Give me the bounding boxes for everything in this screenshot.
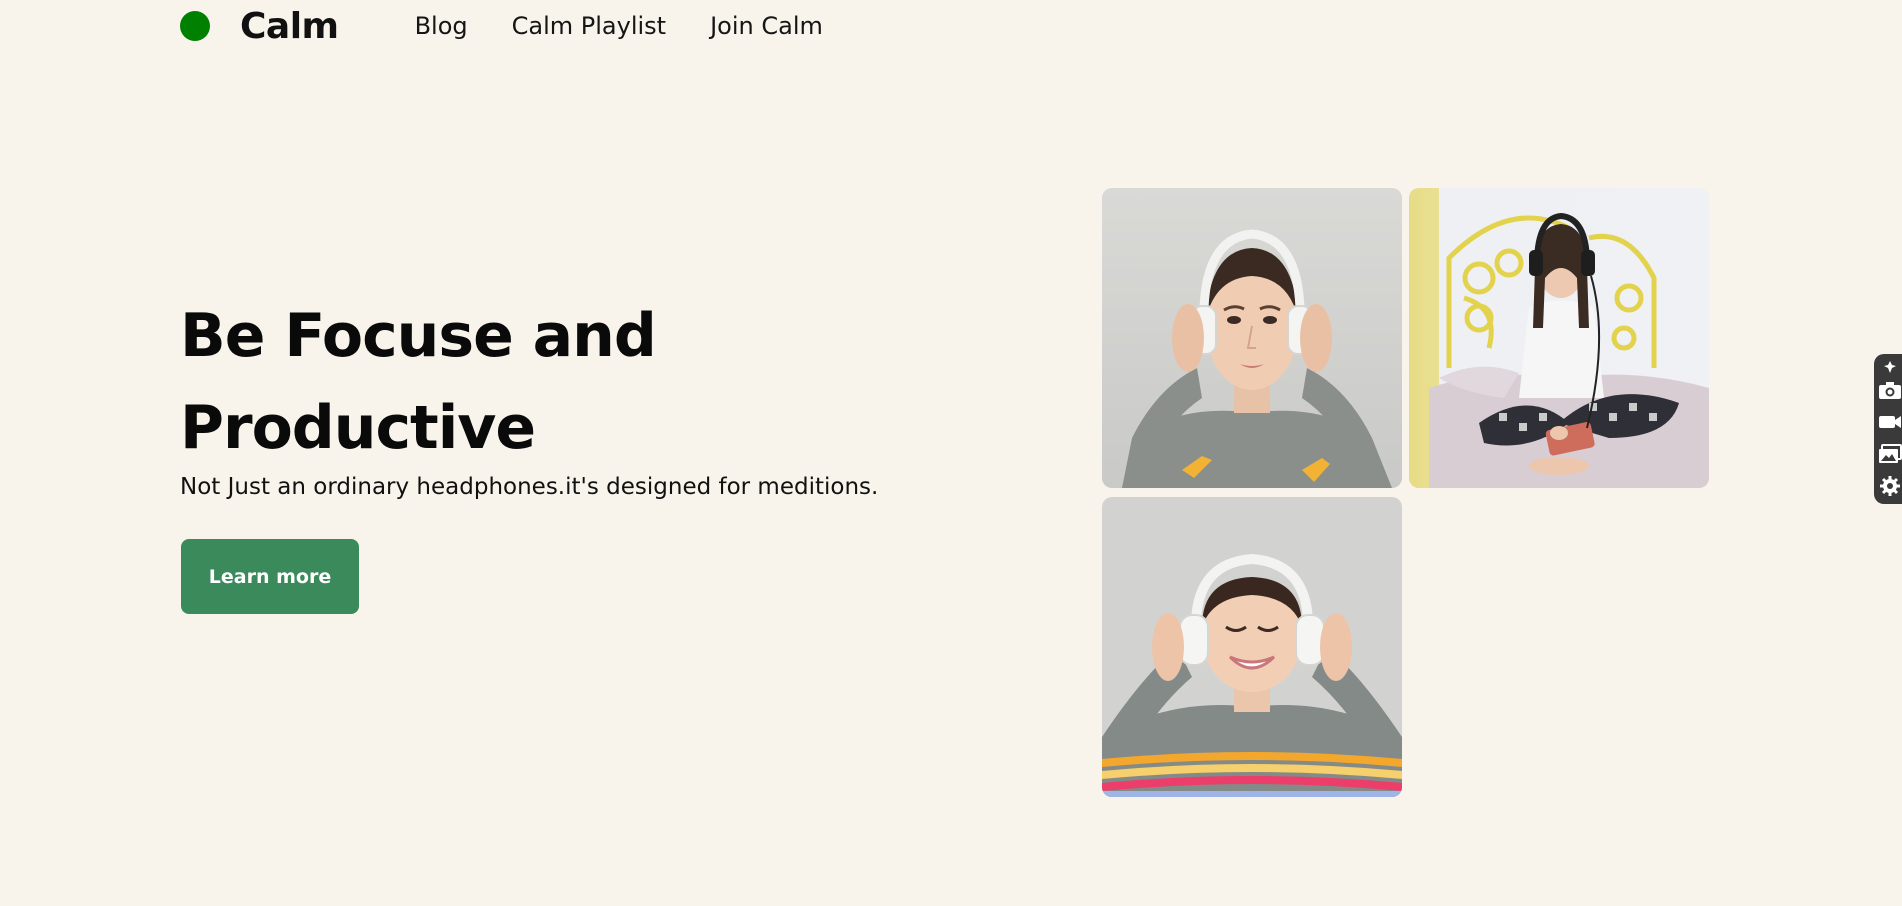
woman-smiling-headphones-photo (1102, 497, 1402, 797)
gallery-image-1 (1102, 188, 1402, 488)
hero-title-line-1: Be Focuse and (180, 301, 657, 371)
page: Calm Blog Calm Playlist Join Calm Be Foc… (0, 0, 1902, 906)
hero-title-line-2: Productive (180, 393, 536, 463)
main-nav: Blog Calm Playlist Join Calm (415, 12, 823, 40)
gear-icon[interactable] (1876, 470, 1902, 502)
pin-icon[interactable] (1876, 360, 1902, 374)
nav-link-join-calm[interactable]: Join Calm (710, 12, 823, 40)
side-toolbar (1874, 354, 1902, 504)
hero-title: Be Focuse and Productive (180, 290, 657, 474)
logo-dot-icon[interactable] (180, 11, 210, 41)
nav-link-calm-playlist[interactable]: Calm Playlist (512, 12, 666, 40)
camera-icon[interactable] (1876, 374, 1902, 406)
gallery-image-2 (1409, 188, 1709, 488)
nav-link-blog[interactable]: Blog (415, 12, 468, 40)
hero-subtitle: Not Just an ordinary headphones.it's des… (180, 474, 879, 500)
learn-more-button[interactable]: Learn more (181, 539, 359, 614)
gallery-image-3 (1102, 497, 1402, 797)
girl-bed-headphones-photo (1409, 188, 1709, 488)
video-icon[interactable] (1876, 406, 1902, 438)
brand-logo[interactable]: Calm (240, 6, 339, 47)
gallery-icon[interactable] (1876, 438, 1902, 470)
woman-headphones-photo (1102, 188, 1402, 488)
site-header: Calm Blog Calm Playlist Join Calm (180, 4, 823, 48)
